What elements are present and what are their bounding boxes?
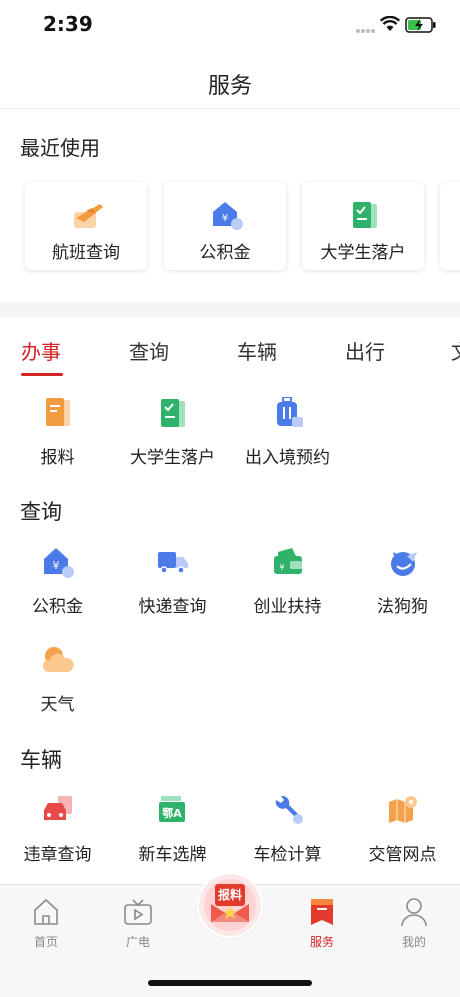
- query-item-label: 天气: [40, 695, 75, 715]
- tabbar-broadcast[interactable]: 广电: [92, 893, 184, 953]
- query-item-express[interactable]: 快递查询: [115, 546, 230, 626]
- recent-section-title: 最近使用: [20, 136, 100, 160]
- recent-item-label: 公积金: [199, 243, 251, 263]
- query-item-label: 公积金: [32, 597, 83, 617]
- house-fund-icon: ¥: [213, 202, 243, 230]
- tabbar-label: 首页: [33, 935, 58, 949]
- vehicle-item-inspection[interactable]: 车检计算: [230, 794, 345, 874]
- service-item-label: 大学生落户: [130, 448, 215, 468]
- map-pin-icon: [389, 796, 417, 823]
- luggage-icon: [277, 397, 303, 427]
- status-time: 2:39: [43, 12, 93, 36]
- tabbar-label: 服务: [309, 935, 334, 949]
- weather-icon: [42, 647, 74, 672]
- tabbar-home[interactable]: 首页: [0, 893, 92, 953]
- car-ticket-icon: [44, 796, 72, 820]
- tab-chuxing[interactable]: 出行: [345, 336, 385, 365]
- section-title-vehicle: 车辆: [20, 748, 62, 772]
- query-item-fagougou[interactable]: 法狗狗: [345, 546, 460, 626]
- tab-chaxun[interactable]: 查询: [129, 336, 169, 365]
- tab-cheliang[interactable]: 车辆: [237, 336, 277, 365]
- vehicle-item-violation[interactable]: 违章查询: [0, 794, 115, 874]
- section-title-query: 查询: [20, 500, 62, 524]
- tabbar-label: 我的: [401, 935, 426, 949]
- query-item-label: 法狗狗: [377, 597, 428, 617]
- query-item-weather[interactable]: 天气: [0, 644, 115, 724]
- svg-text:¥: ¥: [222, 213, 228, 224]
- query-item-label: 快递查询: [138, 597, 207, 617]
- wrench-icon: [275, 795, 303, 824]
- recent-item-flight[interactable]: 航班查询: [25, 182, 147, 270]
- tab-wen[interactable]: 文: [451, 336, 460, 365]
- airplane-icon: [74, 204, 103, 228]
- section-divider: [0, 302, 460, 318]
- tabbar-mine[interactable]: 我的: [368, 893, 460, 953]
- svg-text:¥: ¥: [279, 563, 284, 572]
- recent-item-label: 大学生落户: [320, 243, 406, 263]
- recent-item-label: 航班查询: [52, 243, 120, 263]
- svg-text:鄂A: 鄂A: [162, 806, 182, 820]
- query-item-label: 创业扶持: [253, 597, 322, 617]
- nav-bar: 服务: [0, 50, 460, 109]
- report-icon: [46, 398, 70, 426]
- service-item-label: 出入境预约: [245, 448, 330, 468]
- dog-icon: [391, 552, 417, 576]
- vehicle-item-label: 车检计算: [253, 845, 322, 865]
- wifi-icon: [380, 16, 400, 31]
- page-title: 服务: [207, 74, 252, 99]
- vehicle-item-traffic-office[interactable]: 交管网点: [345, 794, 460, 874]
- license-plate-icon: 鄂A: [159, 796, 185, 822]
- house-fund-icon: ¥: [44, 548, 74, 578]
- vehicle-item-label: 交管网点: [368, 845, 437, 865]
- recent-list: 航班查询 ¥ 公积金 大学生落户: [0, 180, 460, 274]
- tab-banshi[interactable]: 办事: [21, 336, 61, 365]
- signal-dots-icon: [356, 29, 375, 33]
- tv-icon: [124, 899, 152, 925]
- recent-item-more[interactable]: [440, 182, 460, 270]
- battery-icon: [405, 17, 436, 33]
- wallet-icon: ¥: [274, 548, 302, 574]
- recent-item-housing-fund[interactable]: ¥ 公积金: [164, 182, 286, 270]
- tabbar-label: 广电: [125, 935, 150, 949]
- report-center-button[interactable]: 报料: [199, 874, 261, 936]
- query-item-startup[interactable]: ¥ 创业扶持: [230, 546, 345, 626]
- service-item-graduate-hukou[interactable]: 大学生落户: [115, 397, 230, 477]
- vehicle-item-label: 违章查询: [23, 845, 92, 865]
- user-icon: [401, 898, 427, 927]
- home-icon: [34, 898, 58, 925]
- category-tabs: 办事 查询 车辆 出行 文: [0, 320, 460, 380]
- tabbar-service[interactable]: 服务: [276, 893, 368, 953]
- service-bookmark-icon: [311, 899, 333, 925]
- document-check-icon: [353, 202, 377, 228]
- vehicle-item-plate[interactable]: 鄂A 新车选牌: [115, 794, 230, 874]
- query-item-housing-fund[interactable]: ¥ 公积金: [0, 546, 115, 626]
- service-item-exit-entry[interactable]: 出入境预约: [230, 397, 345, 477]
- service-item-label: 报料: [40, 448, 75, 468]
- service-item-report[interactable]: 报料: [0, 397, 115, 477]
- svg-text:¥: ¥: [53, 559, 60, 572]
- document-check-icon: [161, 399, 185, 427]
- home-indicator: [148, 980, 312, 986]
- report-center-label: 报料: [217, 888, 242, 902]
- delivery-truck-icon: [158, 552, 188, 574]
- active-tab-indicator: [21, 373, 63, 376]
- recent-item-graduate-hukou[interactable]: 大学生落户: [302, 182, 424, 270]
- vehicle-item-label: 新车选牌: [138, 845, 207, 865]
- status-bar: 2:39: [0, 0, 460, 50]
